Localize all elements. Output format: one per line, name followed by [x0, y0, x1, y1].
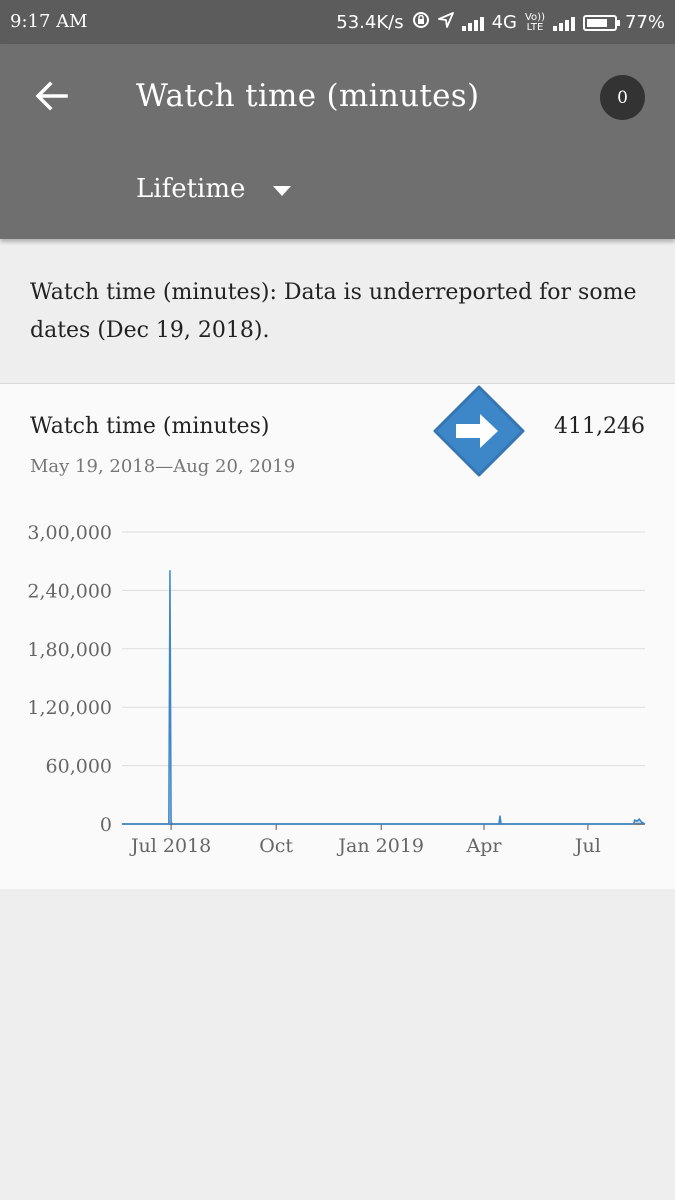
- data-point: [499, 815, 501, 818]
- back-button[interactable]: [30, 74, 74, 118]
- app-header: Watch time (minutes) 0 Lifetime: [0, 44, 675, 239]
- date-range: May 19, 2018—Aug 20, 2019: [30, 456, 296, 477]
- net-speed: 53.4K/s: [336, 12, 404, 33]
- watch-time-chart: 0 60,000 1,20,000 1,80,000 2,40,000 3,00,000 J…: [27, 522, 646, 857]
- battery-percent: 77%: [624, 12, 665, 33]
- data-point: [638, 818, 641, 820]
- y-tick-label: 1,20,000: [27, 697, 112, 719]
- y-tick-label: 3,00,000: [27, 522, 112, 544]
- x-tick-label: Jul: [573, 835, 601, 857]
- x-tick-label: Jan 2019: [336, 835, 424, 857]
- data-point: [636, 820, 638, 822]
- metric-card[interactable]: Watch time (minutes) May 19, 2018—Aug 20…: [0, 384, 675, 889]
- location-icon: [437, 12, 454, 33]
- metric-total: 411,246: [554, 414, 645, 439]
- y-tick-label: 1,80,000: [27, 639, 112, 661]
- battery-icon: [582, 14, 620, 31]
- status-time: 9:17 AM: [10, 11, 88, 32]
- volte-icon: Vo)) LTE: [524, 11, 545, 33]
- data-point: [169, 570, 171, 572]
- period-label: Lifetime: [136, 174, 246, 204]
- period-dropdown[interactable]: Lifetime: [136, 174, 292, 204]
- network-type: 4G: [491, 12, 517, 33]
- data-point: [640, 821, 643, 823]
- data-point: [633, 819, 636, 821]
- signal-icon-2: [552, 15, 575, 31]
- series-area: [122, 570, 645, 824]
- status-bar: 9:17 AM 53.4K/s 4G Vo)) LTE 77%: [0, 0, 675, 44]
- arrow-right-diamond-icon: [433, 385, 525, 477]
- data-saver-icon: [412, 11, 430, 34]
- metric-title: Watch time (minutes): [30, 414, 270, 439]
- x-tick-label: Apr: [466, 835, 503, 857]
- y-tick-label: 60,000: [46, 756, 112, 778]
- page-title: Watch time (minutes): [136, 78, 480, 114]
- status-icons: 53.4K/s 4G Vo)) LTE 77%: [336, 11, 665, 34]
- x-tick-label: Oct: [259, 835, 293, 857]
- underreport-notice: Watch time (minutes): Data is underrepor…: [30, 280, 637, 343]
- signal-icon: [461, 15, 484, 31]
- caret-down-icon: [273, 186, 292, 196]
- y-tick-label: 2,40,000: [27, 580, 112, 602]
- series-line: [122, 570, 646, 825]
- notification-badge[interactable]: 0: [600, 75, 645, 120]
- x-tick-label: Jul 2018: [129, 835, 211, 857]
- arrow-left-icon: [35, 81, 68, 111]
- y-tick-label: 0: [100, 814, 112, 836]
- data-point: [170, 821, 172, 823]
